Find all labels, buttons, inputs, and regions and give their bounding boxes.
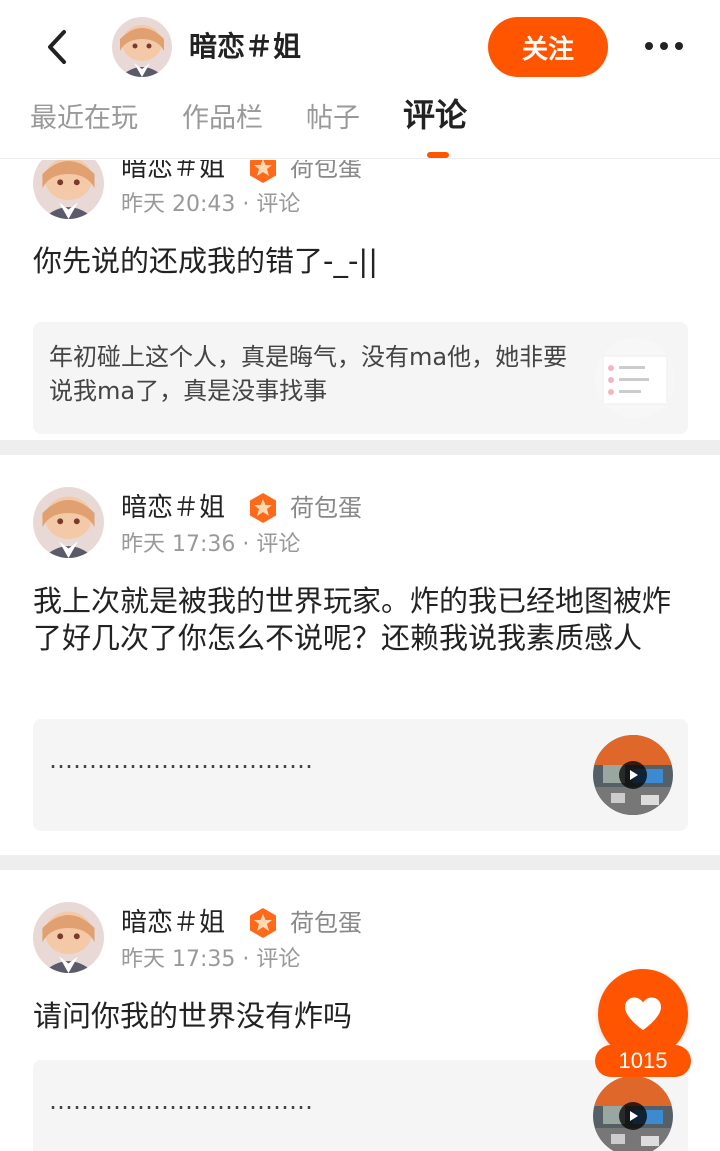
quoted-post-text: …………………………… bbox=[49, 746, 313, 774]
author-name[interactable]: 暗恋＃姐 bbox=[121, 160, 225, 186]
video-thumbnail[interactable] bbox=[593, 735, 673, 815]
profile-tabs: 最近在玩 作品栏 帖子 评论 bbox=[0, 95, 720, 159]
level-badge-icon bbox=[250, 908, 276, 938]
comment-text: 请问你我的世界没有炸吗 bbox=[33, 999, 353, 1033]
quoted-post[interactable]: …………………………… bbox=[33, 719, 688, 831]
section-divider bbox=[0, 440, 720, 455]
avatar[interactable] bbox=[112, 17, 172, 77]
image-thumbnail[interactable] bbox=[595, 338, 675, 418]
avatar[interactable] bbox=[33, 487, 104, 558]
comment-card[interactable]: 暗恋＃姐 荷包蛋 昨天 20:43 · 评论 你先说的还成我的错了-_-|| 年… bbox=[0, 160, 720, 440]
quoted-post[interactable]: …………………………… bbox=[33, 1060, 688, 1151]
more-dot bbox=[660, 42, 668, 50]
tab-posts[interactable]: 帖子 bbox=[306, 99, 360, 139]
play-icon bbox=[619, 761, 647, 789]
more-dots-icon bbox=[645, 42, 653, 50]
comment-text: 我上次就是被我的世界玩家。炸的我已经地图被炸了好几次了你怎么不说呢？还赖我说我素… bbox=[33, 584, 672, 655]
comment-meta: 昨天 20:43 · 评论 bbox=[121, 192, 301, 217]
level-badge-label: 荷包蛋 bbox=[290, 160, 362, 182]
comment-text: 你先说的还成我的错了-_-|| bbox=[33, 244, 378, 278]
author-name[interactable]: 暗恋＃姐 bbox=[121, 905, 225, 941]
level-badge-label: 荷包蛋 bbox=[290, 909, 362, 937]
level-badge-icon bbox=[250, 160, 276, 183]
profile-username: 暗恋＃姐 bbox=[189, 30, 302, 63]
chevron-left-icon bbox=[48, 30, 66, 64]
more-button[interactable] bbox=[636, 26, 692, 66]
follow-button[interactable]: 关注 bbox=[488, 17, 608, 77]
tab-active-indicator bbox=[427, 152, 449, 158]
tab-works[interactable]: 作品栏 bbox=[182, 99, 263, 139]
more-dot bbox=[675, 42, 683, 50]
quoted-post-text: …………………………… bbox=[49, 1087, 313, 1115]
comment-card[interactable]: 暗恋＃姐 荷包蛋 昨天 17:36 · 评论 我上次就是被我的世界玩家。炸的我已… bbox=[0, 455, 720, 855]
section-divider bbox=[0, 855, 720, 870]
back-button[interactable] bbox=[34, 24, 80, 70]
like-count: 1015 bbox=[595, 1045, 691, 1077]
video-thumbnail[interactable] bbox=[593, 1076, 673, 1151]
avatar[interactable] bbox=[33, 902, 104, 973]
quoted-post[interactable]: 年初碰上这个人，真是晦气，没有ma他，她非要说我ma了，真是没事找事 bbox=[33, 322, 688, 434]
avatar[interactable] bbox=[33, 160, 104, 219]
heart-icon bbox=[625, 997, 661, 1030]
tab-recent-play[interactable]: 最近在玩 bbox=[30, 99, 138, 139]
tab-comments[interactable]: 评论 bbox=[403, 95, 467, 135]
level-badge-icon bbox=[250, 493, 276, 523]
comment-meta: 昨天 17:36 · 评论 bbox=[121, 532, 301, 557]
comment-meta: 昨天 17:35 · 评论 bbox=[121, 947, 301, 972]
top-bar: 暗恋＃姐 关注 bbox=[0, 0, 720, 95]
level-badge-label: 荷包蛋 bbox=[290, 494, 362, 522]
play-icon bbox=[619, 1102, 647, 1130]
author-name[interactable]: 暗恋＃姐 bbox=[121, 490, 225, 526]
quoted-post-text: 年初碰上这个人，真是晦气，没有ma他，她非要说我ma了，真是没事找事 bbox=[49, 343, 568, 405]
